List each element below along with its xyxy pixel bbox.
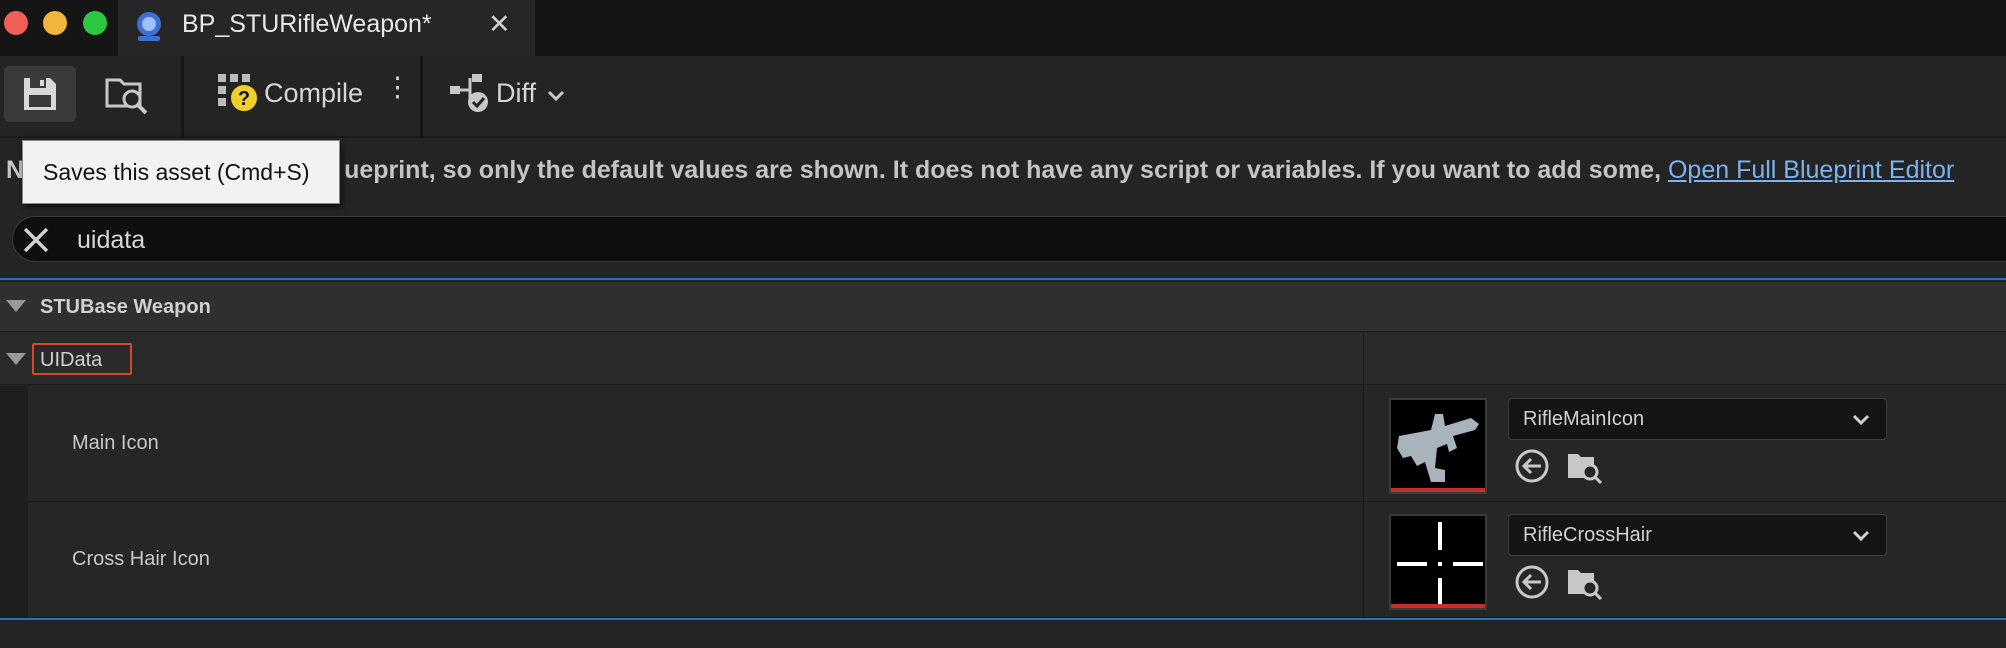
asset-thumbnail[interactable]	[1389, 514, 1487, 610]
toolbar: ? Compile ⋮ Diff	[0, 56, 2006, 138]
open-full-blueprint-editor-link[interactable]: Open Full Blueprint Editor	[1668, 156, 1954, 184]
asset-picker-dropdown[interactable]: RifleCrossHair	[1508, 514, 1887, 556]
tab-close-icon[interactable]: ✕	[488, 9, 511, 40]
collapse-arrow-icon[interactable]	[6, 300, 26, 312]
save-icon	[24, 78, 56, 110]
column-divider	[1363, 386, 1364, 502]
svg-text:?: ?	[238, 88, 250, 110]
blueprint-icon	[137, 12, 161, 41]
property-row-cross-hair-icon: Cross Hair Icon RifleCrossHair	[0, 502, 2006, 618]
use-selected-asset-icon[interactable]	[1514, 564, 1550, 600]
save-button[interactable]	[4, 66, 76, 122]
toolbar-separator	[420, 56, 423, 138]
category-label: STUBase Weapon	[40, 296, 211, 318]
property-row-main-icon: Main Icon RifleMainIcon	[0, 386, 2006, 502]
chevron-down-icon	[1852, 530, 1870, 542]
compile-status-icon: ?	[218, 74, 259, 113]
minimize-window-button[interactable]	[43, 11, 67, 35]
asset-picker-dropdown[interactable]: RifleMainIcon	[1508, 398, 1887, 440]
save-tooltip: Saves this asset (Cmd+S)	[22, 140, 340, 204]
asset-type-bar	[1391, 488, 1485, 492]
collapse-arrow-icon[interactable]	[6, 353, 26, 365]
maximize-window-button[interactable]	[83, 11, 107, 35]
column-divider	[1363, 333, 1364, 385]
folder-search-icon	[105, 78, 148, 115]
clear-search-icon[interactable]	[21, 225, 51, 255]
asset-type-bar	[1391, 604, 1485, 608]
asset-picker-value: RifleCrossHair	[1523, 524, 1652, 546]
focus-underline	[0, 278, 2006, 280]
title-bar: BP_STURifleWeapon* ✕	[0, 0, 2006, 56]
diff-label: Diff	[496, 78, 537, 108]
use-selected-asset-icon[interactable]	[1514, 448, 1550, 484]
details-search-box	[12, 216, 2006, 262]
property-label: Cross Hair Icon	[72, 548, 210, 570]
close-window-button[interactable]	[4, 11, 28, 35]
diff-button[interactable]: Diff	[446, 66, 572, 122]
chevron-down-icon	[1852, 414, 1870, 426]
subcategory-label: UIData	[32, 343, 132, 375]
compile-label: Compile	[264, 78, 364, 108]
compile-options-button[interactable]: ⋮	[384, 72, 411, 103]
chevron-down-icon	[547, 90, 565, 102]
browse-asset-button[interactable]	[102, 66, 158, 122]
browse-to-asset-icon[interactable]	[1566, 564, 1602, 600]
subcategory-uidata[interactable]: UIData	[0, 333, 2006, 385]
asset-thumbnail[interactable]	[1389, 398, 1487, 494]
rifle-thumbnail-icon	[1397, 414, 1479, 482]
diff-icon	[450, 74, 488, 112]
compile-button[interactable]: ? Compile	[212, 66, 372, 122]
tab-title: BP_STURifleWeapon*	[182, 10, 432, 38]
notice-text: ueprint, so only the default values are …	[344, 156, 1668, 184]
row-indent	[0, 502, 28, 618]
category-stubase-weapon[interactable]: STUBase Weapon	[0, 282, 2006, 332]
section-end-line	[0, 618, 2006, 620]
crosshair-thumbnail-icon	[1397, 522, 1483, 606]
row-indent	[0, 386, 28, 502]
property-label: Main Icon	[72, 432, 159, 454]
tab-blueprint[interactable]: BP_STURifleWeapon* ✕	[118, 0, 535, 56]
column-divider	[1363, 502, 1364, 618]
browse-to-asset-icon[interactable]	[1566, 448, 1602, 484]
asset-picker-value: RifleMainIcon	[1523, 408, 1645, 430]
search-input[interactable]	[77, 223, 1977, 257]
toolbar-separator	[181, 56, 184, 138]
